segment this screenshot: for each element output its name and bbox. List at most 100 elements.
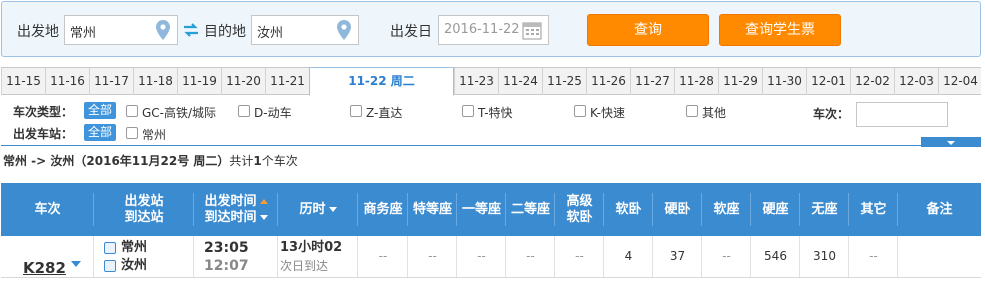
departure-station-label: 出发车站： [13, 127, 74, 141]
chevron-down-icon [947, 141, 955, 145]
result-summary: 常州 -> 汝州（2016年11月22号 周二）共计1个车次 [3, 152, 298, 169]
from-station-input[interactable]: 常州 [64, 15, 178, 45]
seat-value: 37 [669, 249, 686, 263]
from-label: 出发地 [17, 24, 59, 40]
cell-train-no: K282 [1, 236, 94, 277]
header-label: 历时 [299, 201, 326, 217]
train-type-all-button[interactable]: 全部 [84, 102, 116, 119]
header-remark: 备注 [898, 183, 981, 236]
date-tab[interactable]: 11-29 [718, 68, 762, 95]
sort-desc-icon [328, 206, 337, 212]
date-tab[interactable]: 12-02 [850, 68, 894, 95]
query-student-ticket-button[interactable]: 查询学生票 [719, 14, 841, 46]
train-number-link[interactable]: K282 [23, 248, 66, 281]
chevron-down-icon[interactable] [71, 261, 81, 267]
header-no-seat: 无座 [800, 183, 849, 236]
date-tab[interactable]: 11-17 [89, 68, 133, 95]
checkbox-k[interactable] [574, 105, 586, 117]
seat-value: -- [378, 249, 388, 263]
cell-second: -- [506, 236, 555, 277]
cell-other: -- [849, 236, 898, 277]
cell-no-seat: 310 [800, 236, 849, 277]
header-duration-sort[interactable]: 历时 [278, 183, 358, 236]
header-hard-sleeper: 硬卧 [653, 183, 702, 236]
header-label: 特等座 [412, 201, 452, 217]
header-label: 软座 [713, 201, 740, 217]
swap-arrows-icon[interactable] [182, 22, 200, 38]
date-tab[interactable]: 11-16 [45, 68, 89, 95]
date-tab[interactable]: 11-18 [133, 68, 177, 95]
cell-soft-sleeper: 4 [604, 236, 653, 277]
date-tab[interactable]: 11-25 [542, 68, 586, 95]
date-tab[interactable]: 11-21 [265, 68, 309, 95]
to-label: 目的地 [204, 24, 246, 40]
header-soft-sleeper: 软卧 [604, 183, 653, 236]
checkbox-gc[interactable] [126, 105, 138, 117]
seat-value: -- [575, 249, 584, 263]
header-hard-seat: 硬座 [751, 183, 800, 236]
date-tab[interactable]: 12-04 [938, 68, 982, 95]
train-count: 1 [253, 154, 262, 168]
date-tab[interactable]: 11-24 [498, 68, 542, 95]
checkbox-t[interactable] [462, 105, 474, 117]
checkbox-label: K-快速 [590, 106, 625, 120]
cell-hard-sleeper: 37 [653, 236, 702, 277]
header-label: 软卧 [566, 209, 593, 225]
count-suffix: 个车次 [261, 154, 298, 168]
station-icon [104, 242, 116, 254]
seat-value: -- [526, 249, 535, 263]
date-tab[interactable]: 11-28 [674, 68, 718, 95]
header-label: 出发时间 [204, 193, 257, 209]
date-tab[interactable]: 11-15 [1, 68, 45, 95]
header-label: 车次 [34, 201, 61, 217]
location-pin-icon[interactable] [337, 20, 351, 40]
header-label: 商务座 [363, 201, 403, 217]
location-pin-icon[interactable] [156, 20, 170, 40]
sort-desc-icon [259, 214, 268, 220]
from-station-value: 常州 [70, 26, 97, 41]
table-header: 车次 出发站 到达站 出发时间 到达时间 历时 商务座 特等座 一等座 二等座 … [1, 183, 981, 236]
sort-asc-icon [259, 198, 268, 204]
date-tab[interactable]: 11-23 [454, 68, 498, 95]
to-station-value: 汝州 [257, 26, 284, 41]
header-label: 其它 [860, 201, 887, 217]
cell-soft-seat: -- [702, 236, 751, 277]
header-second: 二等座 [506, 183, 555, 236]
checkbox-other[interactable] [686, 105, 698, 117]
date-tab[interactable]: 11-22 周二 [309, 67, 454, 96]
query-button[interactable]: 查询 [587, 14, 709, 46]
expand-filter-toggle[interactable] [921, 137, 981, 147]
header-business: 商务座 [358, 183, 408, 236]
header-train: 车次 [1, 183, 94, 236]
cell-remark [898, 236, 981, 277]
header-label: 二等座 [510, 201, 550, 217]
cell-business: -- [358, 236, 408, 277]
checkbox-label: T-特快 [478, 106, 513, 120]
date-tab[interactable]: 12-01 [806, 68, 850, 95]
train-type-label: 车次类型： [13, 105, 74, 119]
date-tab[interactable]: 11-30 [762, 68, 806, 95]
header-label: 出发站 [124, 193, 164, 209]
header-other: 其它 [849, 183, 898, 236]
from-station: 常州 [121, 240, 148, 255]
checkbox-label: 其他 [702, 106, 727, 120]
checkbox-z[interactable] [350, 105, 362, 117]
train-no-label: 车次： [813, 107, 850, 121]
header-station: 出发站 到达站 [94, 183, 194, 236]
arrive-note: 次日到达 [280, 259, 329, 273]
calendar-icon[interactable] [522, 20, 542, 40]
station-all-button[interactable]: 全部 [84, 124, 116, 141]
checkbox-d[interactable] [238, 105, 250, 117]
to-station-input[interactable]: 汝州 [251, 15, 359, 45]
header-time-sort[interactable]: 出发时间 到达时间 [194, 183, 278, 236]
date-tab[interactable]: 12-03 [894, 68, 938, 95]
date-input[interactable]: 2016-11-22 [438, 15, 549, 45]
date-tab[interactable]: 11-19 [177, 68, 221, 95]
header-label: 到达站 [124, 209, 164, 225]
train-no-input[interactable] [856, 102, 948, 127]
date-tab[interactable]: 11-27 [630, 68, 674, 95]
cell-times: 23:05 12:07 [194, 236, 278, 277]
date-tab[interactable]: 11-20 [221, 68, 265, 95]
date-tab[interactable]: 11-26 [586, 68, 630, 95]
checkbox-station[interactable] [126, 127, 138, 139]
